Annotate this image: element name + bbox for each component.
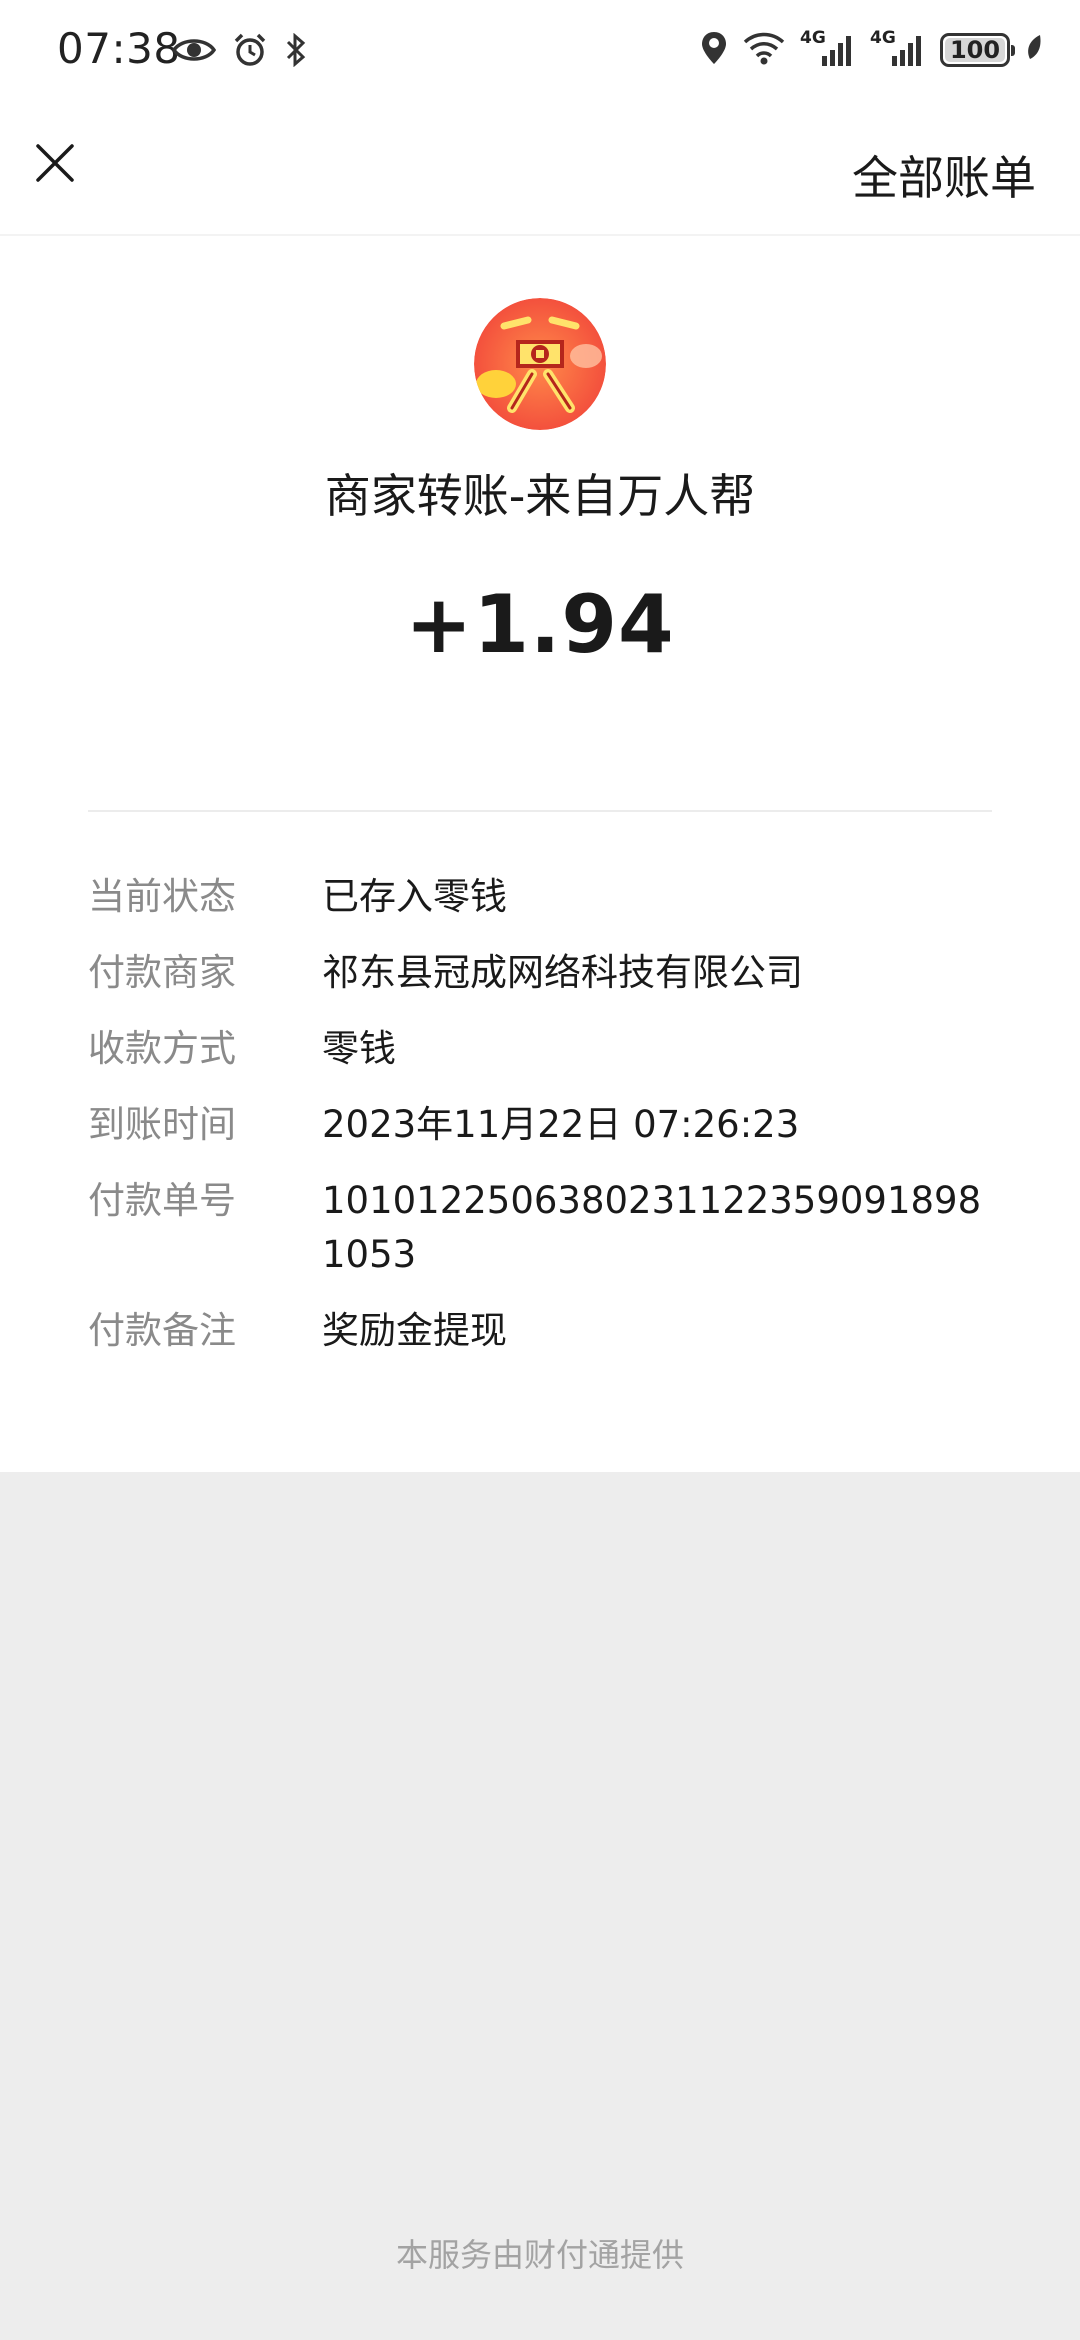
signal-icon: 4G [800,28,856,70]
nav-bar: 全部账单 [0,106,1080,234]
wifi-icon [742,31,786,69]
transaction-amount: +1.94 [405,578,675,671]
leaf-icon [1024,33,1044,67]
divider [88,810,992,812]
detail-label: 到账时间 [88,1103,236,1146]
detail-value: 已存入零钱 [322,875,507,918]
detail-value: 零钱 [322,1027,396,1070]
battery-icon: 100 [940,33,1015,67]
detail-label: 付款备注 [88,1309,236,1352]
alarm-icon [232,32,268,72]
detail-row-order-number: 付款单号 10101225063802311223590918981053 [88,1174,992,1282]
detail-value: 祁东县冠成网络科技有限公司 [322,951,803,994]
detail-value[interactable]: 10101225063802311223590918981053 [322,1174,992,1282]
close-icon [34,142,76,188]
detail-row-remark: 付款备注 奖励金提现 [88,1304,992,1358]
transaction-title: 商家转账-来自万人帮 [324,469,756,523]
service-provider-footer: 本服务由财付通提供 [395,2236,684,2274]
location-icon [700,30,728,70]
detail-label: 当前状态 [88,875,236,918]
close-button[interactable] [22,132,88,198]
detail-row-status: 当前状态 已存入零钱 [88,870,992,924]
detail-label: 付款单号 [88,1179,236,1222]
bluetooth-icon [284,32,308,71]
reward-badge-icon [474,298,606,430]
status-time: 07:38 [57,24,181,73]
detail-card: 07:38 4G 4G 100 全部账单 商家转账-来自万人帮 +1.94 当前… [0,0,1080,1472]
eye-icon [171,35,217,69]
detail-label: 收款方式 [88,1027,236,1070]
detail-list: 当前状态 已存入零钱 付款商家 祁东县冠成网络科技有限公司 收款方式 零钱 到账… [88,870,992,1380]
detail-row-arrival-time: 到账时间 2023年11月22日 07:26:23 [88,1098,992,1152]
battery-level: 100 [949,36,1001,64]
detail-label: 付款商家 [88,951,236,994]
detail-value: 奖励金提现 [322,1309,507,1352]
signal-icon: 4G [870,28,926,70]
status-bar: 07:38 4G 4G 100 [0,0,1080,106]
detail-row-merchant: 付款商家 祁东县冠成网络科技有限公司 [88,946,992,1000]
nav-divider [0,234,1080,236]
detail-row-payment-method: 收款方式 零钱 [88,1022,992,1076]
detail-value: 2023年11月22日 07:26:23 [322,1103,800,1146]
all-bills-link[interactable]: 全部账单 [852,142,1036,208]
